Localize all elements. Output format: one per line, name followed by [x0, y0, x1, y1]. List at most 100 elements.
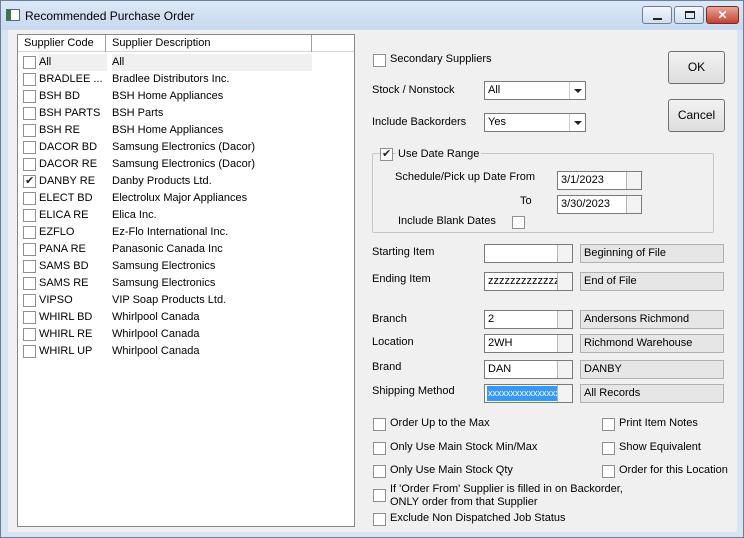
supplier-row[interactable]: WHIRL RE Whirlpool Canada	[18, 326, 354, 343]
branch-label: Branch	[372, 313, 407, 325]
supplier-code: SAMS BD	[39, 260, 89, 272]
brand-lookup-icon[interactable]	[557, 361, 572, 378]
supplier-row-checkbox[interactable]	[23, 277, 36, 290]
supplier-row[interactable]: BSH RE BSH Home Appliances	[18, 122, 354, 139]
dialog-body: Supplier Code Supplier Description All Al…	[8, 30, 737, 532]
supplier-description: BSH Parts	[112, 107, 164, 119]
main-stock-minmax-checkbox[interactable]	[373, 442, 386, 455]
supplier-row[interactable]: DACOR BD Samsung Electronics (Dacor)	[18, 139, 354, 156]
brand-field[interactable]: DAN	[484, 360, 573, 379]
ending-item-field[interactable]: zzzzzzzzzzzzzzz	[484, 272, 573, 291]
branch-field[interactable]: 2	[484, 310, 573, 329]
shipping-method-lookup-icon[interactable]	[557, 385, 572, 402]
supplier-row-checkbox[interactable]	[23, 294, 36, 307]
ending-item-value: zzzzzzzzzzzzzzz	[488, 275, 558, 287]
show-equivalent-label: Show Equivalent	[619, 441, 701, 453]
supplier-row[interactable]: WHIRL UP Whirlpool Canada	[18, 343, 354, 360]
main-stock-qty-checkbox[interactable]	[373, 465, 386, 478]
supplier-row-checkbox[interactable]	[23, 345, 36, 358]
shipping-method-description-text: All Records	[584, 387, 641, 399]
date-to-field[interactable]: 3/30/2023	[557, 195, 642, 214]
supplier-row-checkbox[interactable]	[23, 73, 36, 86]
supplier-code: DANBY RE	[39, 175, 96, 187]
include-blank-dates-label: Include Blank Dates	[398, 215, 496, 227]
include-backorders-select[interactable]: Yes	[484, 113, 586, 132]
order-up-to-max-checkbox[interactable]	[373, 418, 386, 431]
supplier-list[interactable]: Supplier Code Supplier Description All Al…	[17, 34, 355, 527]
include-backorders-label: Include Backorders	[372, 116, 467, 128]
supplier-description: Whirlpool Canada	[112, 345, 200, 357]
maximize-button[interactable]	[674, 6, 704, 24]
date-to-label: To	[520, 195, 532, 207]
supplier-row[interactable]: DANBY RE Danby Products Ltd.	[18, 173, 354, 190]
supplier-row[interactable]: DACOR RE Samsung Electronics (Dacor)	[18, 156, 354, 173]
title-bar[interactable]: Recommended Purchase Order ✕	[1, 1, 743, 30]
supplier-row[interactable]: WHIRL BD Whirlpool Canada	[18, 309, 354, 326]
date-from-picker-icon[interactable]	[626, 172, 641, 189]
supplier-row-checkbox[interactable]	[23, 192, 36, 205]
minimize-button[interactable]	[642, 6, 672, 24]
supplier-row[interactable]: ELICA RE Elica Inc.	[18, 207, 354, 224]
cancel-button[interactable]: Cancel	[668, 99, 725, 132]
order-for-location-checkbox[interactable]	[602, 465, 615, 478]
chevron-down-icon[interactable]	[569, 82, 585, 99]
chevron-down-icon[interactable]	[569, 114, 585, 131]
ending-item-lookup-icon[interactable]	[557, 273, 572, 290]
order-from-supplier-checkbox[interactable]	[373, 489, 386, 502]
supplier-row[interactable]: SAMS RE Samsung Electronics	[18, 275, 354, 292]
branch-description-text: Andersons Richmond	[584, 313, 690, 325]
supplier-row-checkbox[interactable]	[23, 328, 36, 341]
print-item-notes-checkbox[interactable]	[602, 418, 615, 431]
stock-nonstock-label: Stock / Nonstock	[372, 84, 455, 96]
supplier-row[interactable]: BSH PARTS BSH Parts	[18, 105, 354, 122]
supplier-row-checkbox[interactable]	[23, 243, 36, 256]
column-header-supplier-code[interactable]: Supplier Code	[18, 35, 106, 52]
supplier-description: BSH Home Appliances	[112, 124, 224, 136]
branch-lookup-icon[interactable]	[557, 311, 572, 328]
exclude-nondispatched-checkbox[interactable]	[373, 513, 386, 526]
stock-nonstock-select[interactable]: All	[484, 81, 586, 100]
date-from-field[interactable]: 3/1/2023	[557, 171, 642, 190]
location-field[interactable]: 2WH	[484, 334, 573, 353]
close-icon: ✕	[717, 8, 728, 22]
supplier-code: WHIRL UP	[39, 345, 93, 357]
maximize-icon	[685, 11, 695, 19]
supplier-row[interactable]: PANA RE Panasonic Canada Inc	[18, 241, 354, 258]
ok-button[interactable]: OK	[668, 51, 725, 84]
supplier-code: ELECT BD	[39, 192, 93, 204]
supplier-row-checkbox[interactable]	[23, 141, 36, 154]
show-equivalent-checkbox[interactable]	[602, 442, 615, 455]
supplier-row-checkbox[interactable]	[23, 90, 36, 103]
supplier-description: All	[112, 54, 312, 71]
date-to-picker-icon[interactable]	[626, 196, 641, 213]
supplier-row-checkbox[interactable]	[23, 124, 36, 137]
location-lookup-icon[interactable]	[557, 335, 572, 352]
starting-item-field[interactable]	[484, 244, 573, 263]
supplier-row-checkbox[interactable]	[23, 311, 36, 324]
shipping-method-description: All Records	[580, 384, 724, 403]
supplier-row-checkbox[interactable]	[23, 158, 36, 171]
use-date-range-checkbox[interactable]	[380, 147, 393, 161]
close-button[interactable]: ✕	[706, 6, 739, 24]
shipping-method-field[interactable]: xxxxxxxxxxxxxxxxx	[484, 384, 573, 403]
supplier-row[interactable]: SAMS BD Samsung Electronics	[18, 258, 354, 275]
supplier-row-checkbox[interactable]	[23, 209, 36, 222]
starting-item-description: Beginning of File	[580, 244, 724, 263]
supplier-row[interactable]: BRADLEE ... Bradlee Distributors Inc.	[18, 71, 354, 88]
starting-item-lookup-icon[interactable]	[557, 245, 572, 262]
supplier-row[interactable]: All All	[18, 54, 354, 71]
supplier-row-checkbox[interactable]	[23, 56, 36, 69]
branch-description: Andersons Richmond	[580, 310, 724, 329]
supplier-row-checkbox[interactable]	[23, 174, 36, 188]
supplier-row[interactable]: VIPSO VIP Soap Products Ltd.	[18, 292, 354, 309]
column-header-supplier-description[interactable]: Supplier Description	[106, 35, 312, 52]
secondary-suppliers-checkbox[interactable]	[373, 54, 386, 67]
supplier-row-checkbox[interactable]	[23, 260, 36, 273]
supplier-row-checkbox[interactable]	[23, 107, 36, 120]
supplier-row[interactable]: BSH BD BSH Home Appliances	[18, 88, 354, 105]
include-blank-dates-checkbox[interactable]	[512, 216, 525, 229]
supplier-row[interactable]: ELECT BD Electrolux Major Appliances	[18, 190, 354, 207]
supplier-row-checkbox[interactable]	[23, 226, 36, 239]
supplier-description: Whirlpool Canada	[112, 311, 200, 323]
supplier-row[interactable]: EZFLO Ez-Flo International Inc.	[18, 224, 354, 241]
